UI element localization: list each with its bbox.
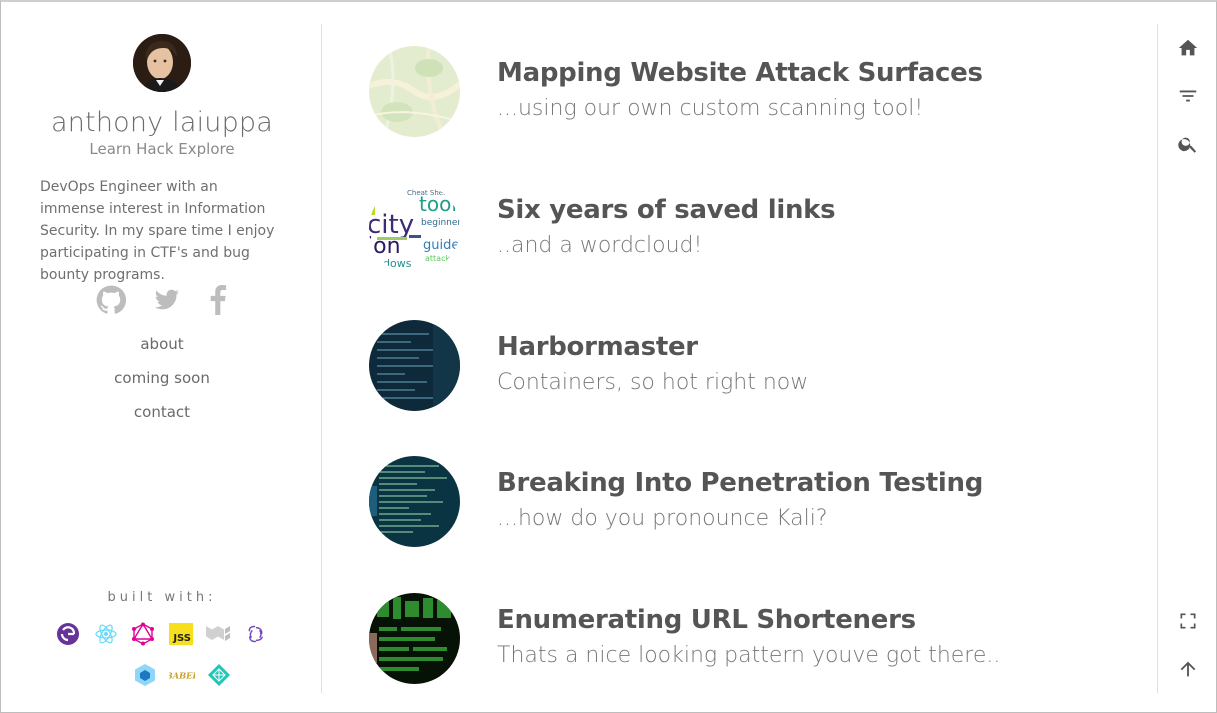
nav-link-about[interactable]: about [2,332,322,366]
post-item[interactable]: Enumerating URL Shorteners Thats a nice … [369,593,1129,685]
twitter-icon[interactable] [154,287,180,313]
fullscreen-icon[interactable] [1175,608,1201,634]
webpack-icon[interactable] [132,662,158,688]
right-toolbar [1157,24,1217,693]
search-icon[interactable] [1175,131,1201,157]
sidebar: anthony laiuppa Learn Hack Explore DevOp… [2,24,322,693]
wordcloud-word: tool [419,192,457,216]
browser-viewport: anthony laiuppa Learn Hack Explore DevOp… [0,0,1217,713]
post-title[interactable]: Enumerating URL Shorteners [497,605,916,635]
nav-link-coming-soon[interactable]: coming soon [2,366,322,400]
post-subtitle: Thats a nice looking pattern youve got t… [497,643,1001,668]
post-title[interactable]: Six years of saved links [497,195,836,225]
post-title[interactable]: Harbormaster [497,332,698,362]
post-thumbnail-terminal[interactable] [369,320,460,411]
post-thumbnail-pentest[interactable] [369,456,460,547]
nav-link-contact[interactable]: contact [2,400,322,434]
post-subtitle: ...how do you pronounce Kali? [497,506,828,531]
post-item[interactable]: Breaking Into Penetration Testing ...how… [369,456,1129,548]
graphql-icon[interactable] [130,621,156,647]
post-title[interactable]: Mapping Website Attack Surfaces [497,58,983,88]
post-thumbnail-wordcloud[interactable]: Cheat Sheet tool city beginner guide ion… [369,183,460,274]
post-item[interactable]: Mapping Website Attack Surfaces ...using… [369,46,1129,138]
author-name: anthony laiuppa [50,107,274,138]
built-with-row: JSS [55,621,269,647]
built-with-label: built with: [107,590,217,605]
author-tagline: Learn Hack Explore [89,140,235,158]
gatsby-icon[interactable] [55,621,81,647]
author-bio: DevOps Engineer with an immense interest… [40,179,275,283]
social-links [96,283,228,317]
post-title[interactable]: Breaking Into Penetration Testing [497,468,983,498]
post-thumbnail-pattern[interactable] [369,593,460,684]
babel-icon[interactable]: BABEL [169,662,195,688]
post-list: Mapping Website Attack Surfaces ...using… [323,24,1156,693]
post-thumbnail-map[interactable] [369,46,460,137]
jss-icon[interactable]: JSS [168,621,194,647]
react-icon[interactable] [93,621,119,647]
redux-icon[interactable] [243,621,269,647]
wordcloud-word: attack [425,254,450,263]
netlify-icon[interactable] [206,662,232,688]
wordcloud-word: guide [423,238,459,253]
babel-label: BABEL [169,671,195,681]
wordcloud-word: beginner [421,218,460,228]
wordcloud-word: dows [383,257,412,270]
sidebar-nav: about coming soon contact [2,332,322,434]
post-item[interactable]: Harbormaster Containers, so hot right no… [369,320,1129,412]
post-subtitle: Containers, so hot right now [497,370,809,395]
post-subtitle: ..and a wordcloud! [497,233,703,258]
post-item[interactable]: Cheat Sheet tool city beginner guide ion… [369,183,1129,275]
post-subtitle: ...using our own custom scanning tool! [497,96,924,121]
jss-label: JSS [172,633,191,644]
facebook-icon[interactable] [208,285,228,315]
github-icon[interactable] [96,285,126,315]
filter-icon[interactable] [1175,83,1201,109]
home-icon[interactable] [1175,35,1201,61]
arrow-up-icon[interactable] [1175,656,1201,682]
built-with-row-2: BABEL [132,662,232,688]
material-ui-icon[interactable] [205,621,231,647]
avatar[interactable] [133,34,191,92]
